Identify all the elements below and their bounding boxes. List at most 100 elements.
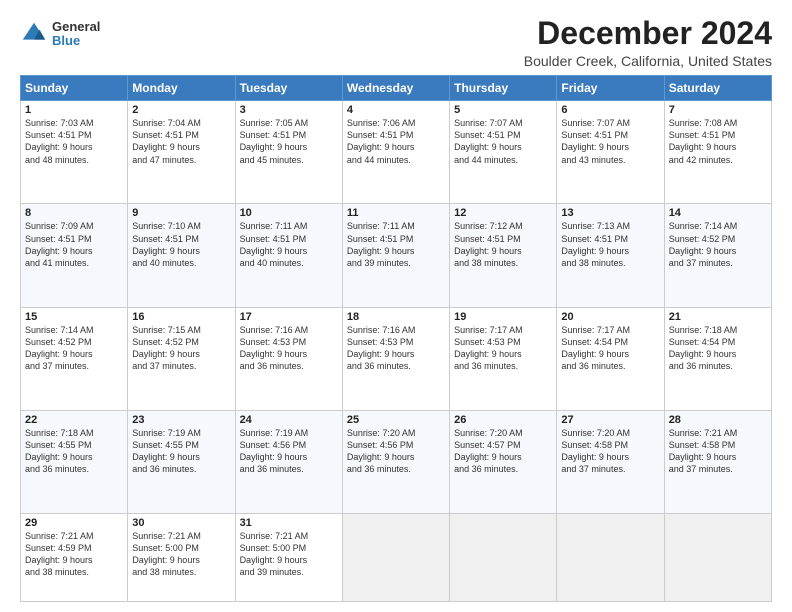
- day-number: 2: [132, 104, 230, 116]
- day-number: 26: [454, 414, 552, 426]
- day-info: Sunrise: 7:20 AM Sunset: 4:56 PM Dayligh…: [347, 427, 445, 476]
- table-row: 31Sunrise: 7:21 AM Sunset: 5:00 PM Dayli…: [235, 513, 342, 601]
- table-row: 16Sunrise: 7:15 AM Sunset: 4:52 PM Dayli…: [128, 307, 235, 410]
- day-info: Sunrise: 7:21 AM Sunset: 5:00 PM Dayligh…: [240, 530, 338, 579]
- day-number: 1: [25, 104, 123, 116]
- table-row: [664, 513, 771, 601]
- logo-blue: Blue: [52, 34, 100, 48]
- col-sunday: Sunday: [21, 76, 128, 101]
- day-info: Sunrise: 7:07 AM Sunset: 4:51 PM Dayligh…: [561, 117, 659, 166]
- table-row: 2Sunrise: 7:04 AM Sunset: 4:51 PM Daylig…: [128, 101, 235, 204]
- table-row: 7Sunrise: 7:08 AM Sunset: 4:51 PM Daylig…: [664, 101, 771, 204]
- table-row: 3Sunrise: 7:05 AM Sunset: 4:51 PM Daylig…: [235, 101, 342, 204]
- day-info: Sunrise: 7:10 AM Sunset: 4:51 PM Dayligh…: [132, 220, 230, 269]
- table-row: 4Sunrise: 7:06 AM Sunset: 4:51 PM Daylig…: [342, 101, 449, 204]
- day-info: Sunrise: 7:20 AM Sunset: 4:57 PM Dayligh…: [454, 427, 552, 476]
- table-row: 25Sunrise: 7:20 AM Sunset: 4:56 PM Dayli…: [342, 410, 449, 513]
- day-number: 29: [25, 517, 123, 529]
- day-info: Sunrise: 7:16 AM Sunset: 4:53 PM Dayligh…: [240, 324, 338, 373]
- day-number: 8: [25, 207, 123, 219]
- day-number: 28: [669, 414, 767, 426]
- table-row: [342, 513, 449, 601]
- table-row: 5Sunrise: 7:07 AM Sunset: 4:51 PM Daylig…: [450, 101, 557, 204]
- table-row: 26Sunrise: 7:20 AM Sunset: 4:57 PM Dayli…: [450, 410, 557, 513]
- day-number: 20: [561, 311, 659, 323]
- day-info: Sunrise: 7:04 AM Sunset: 4:51 PM Dayligh…: [132, 117, 230, 166]
- table-row: [450, 513, 557, 601]
- table-row: 1Sunrise: 7:03 AM Sunset: 4:51 PM Daylig…: [21, 101, 128, 204]
- day-info: Sunrise: 7:21 AM Sunset: 4:58 PM Dayligh…: [669, 427, 767, 476]
- table-row: 10Sunrise: 7:11 AM Sunset: 4:51 PM Dayli…: [235, 204, 342, 307]
- day-number: 5: [454, 104, 552, 116]
- day-info: Sunrise: 7:19 AM Sunset: 4:55 PM Dayligh…: [132, 427, 230, 476]
- day-info: Sunrise: 7:21 AM Sunset: 5:00 PM Dayligh…: [132, 530, 230, 579]
- day-info: Sunrise: 7:18 AM Sunset: 4:54 PM Dayligh…: [669, 324, 767, 373]
- day-info: Sunrise: 7:11 AM Sunset: 4:51 PM Dayligh…: [240, 220, 338, 269]
- day-info: Sunrise: 7:09 AM Sunset: 4:51 PM Dayligh…: [25, 220, 123, 269]
- title-block: December 2024 Boulder Creek, California,…: [524, 16, 772, 69]
- table-row: 27Sunrise: 7:20 AM Sunset: 4:58 PM Dayli…: [557, 410, 664, 513]
- table-row: 24Sunrise: 7:19 AM Sunset: 4:56 PM Dayli…: [235, 410, 342, 513]
- calendar-table: Sunday Monday Tuesday Wednesday Thursday…: [20, 75, 772, 602]
- col-saturday: Saturday: [664, 76, 771, 101]
- day-info: Sunrise: 7:20 AM Sunset: 4:58 PM Dayligh…: [561, 427, 659, 476]
- table-row: 9Sunrise: 7:10 AM Sunset: 4:51 PM Daylig…: [128, 204, 235, 307]
- day-info: Sunrise: 7:19 AM Sunset: 4:56 PM Dayligh…: [240, 427, 338, 476]
- day-info: Sunrise: 7:15 AM Sunset: 4:52 PM Dayligh…: [132, 324, 230, 373]
- day-info: Sunrise: 7:14 AM Sunset: 4:52 PM Dayligh…: [669, 220, 767, 269]
- day-info: Sunrise: 7:06 AM Sunset: 4:51 PM Dayligh…: [347, 117, 445, 166]
- day-number: 19: [454, 311, 552, 323]
- day-info: Sunrise: 7:13 AM Sunset: 4:51 PM Dayligh…: [561, 220, 659, 269]
- day-number: 9: [132, 207, 230, 219]
- table-row: 15Sunrise: 7:14 AM Sunset: 4:52 PM Dayli…: [21, 307, 128, 410]
- day-info: Sunrise: 7:14 AM Sunset: 4:52 PM Dayligh…: [25, 324, 123, 373]
- day-number: 25: [347, 414, 445, 426]
- main-title: December 2024: [524, 16, 772, 51]
- table-row: 23Sunrise: 7:19 AM Sunset: 4:55 PM Dayli…: [128, 410, 235, 513]
- table-row: 13Sunrise: 7:13 AM Sunset: 4:51 PM Dayli…: [557, 204, 664, 307]
- day-info: Sunrise: 7:17 AM Sunset: 4:54 PM Dayligh…: [561, 324, 659, 373]
- day-info: Sunrise: 7:07 AM Sunset: 4:51 PM Dayligh…: [454, 117, 552, 166]
- table-row: 8Sunrise: 7:09 AM Sunset: 4:51 PM Daylig…: [21, 204, 128, 307]
- table-row: 11Sunrise: 7:11 AM Sunset: 4:51 PM Dayli…: [342, 204, 449, 307]
- table-row: 17Sunrise: 7:16 AM Sunset: 4:53 PM Dayli…: [235, 307, 342, 410]
- table-row: [557, 513, 664, 601]
- day-info: Sunrise: 7:05 AM Sunset: 4:51 PM Dayligh…: [240, 117, 338, 166]
- calendar-page: General Blue December 2024 Boulder Creek…: [0, 0, 792, 612]
- day-number: 6: [561, 104, 659, 116]
- logo: General Blue: [20, 20, 100, 49]
- day-number: 30: [132, 517, 230, 529]
- col-wednesday: Wednesday: [342, 76, 449, 101]
- table-row: 14Sunrise: 7:14 AM Sunset: 4:52 PM Dayli…: [664, 204, 771, 307]
- logo-text: General Blue: [52, 20, 100, 49]
- logo-icon: [20, 20, 48, 48]
- day-number: 31: [240, 517, 338, 529]
- day-number: 4: [347, 104, 445, 116]
- day-number: 23: [132, 414, 230, 426]
- table-row: 22Sunrise: 7:18 AM Sunset: 4:55 PM Dayli…: [21, 410, 128, 513]
- table-row: 19Sunrise: 7:17 AM Sunset: 4:53 PM Dayli…: [450, 307, 557, 410]
- day-number: 27: [561, 414, 659, 426]
- day-number: 17: [240, 311, 338, 323]
- table-row: 18Sunrise: 7:16 AM Sunset: 4:53 PM Dayli…: [342, 307, 449, 410]
- table-row: 29Sunrise: 7:21 AM Sunset: 4:59 PM Dayli…: [21, 513, 128, 601]
- header: General Blue December 2024 Boulder Creek…: [20, 16, 772, 69]
- day-info: Sunrise: 7:17 AM Sunset: 4:53 PM Dayligh…: [454, 324, 552, 373]
- table-row: 20Sunrise: 7:17 AM Sunset: 4:54 PM Dayli…: [557, 307, 664, 410]
- day-number: 7: [669, 104, 767, 116]
- logo-general: General: [52, 20, 100, 34]
- day-number: 21: [669, 311, 767, 323]
- day-number: 11: [347, 207, 445, 219]
- table-row: 6Sunrise: 7:07 AM Sunset: 4:51 PM Daylig…: [557, 101, 664, 204]
- day-number: 3: [240, 104, 338, 116]
- day-number: 16: [132, 311, 230, 323]
- day-info: Sunrise: 7:21 AM Sunset: 4:59 PM Dayligh…: [25, 530, 123, 579]
- day-info: Sunrise: 7:12 AM Sunset: 4:51 PM Dayligh…: [454, 220, 552, 269]
- col-friday: Friday: [557, 76, 664, 101]
- calendar-header-row: Sunday Monday Tuesday Wednesday Thursday…: [21, 76, 772, 101]
- col-monday: Monday: [128, 76, 235, 101]
- table-row: 28Sunrise: 7:21 AM Sunset: 4:58 PM Dayli…: [664, 410, 771, 513]
- table-row: 30Sunrise: 7:21 AM Sunset: 5:00 PM Dayli…: [128, 513, 235, 601]
- day-info: Sunrise: 7:16 AM Sunset: 4:53 PM Dayligh…: [347, 324, 445, 373]
- col-tuesday: Tuesday: [235, 76, 342, 101]
